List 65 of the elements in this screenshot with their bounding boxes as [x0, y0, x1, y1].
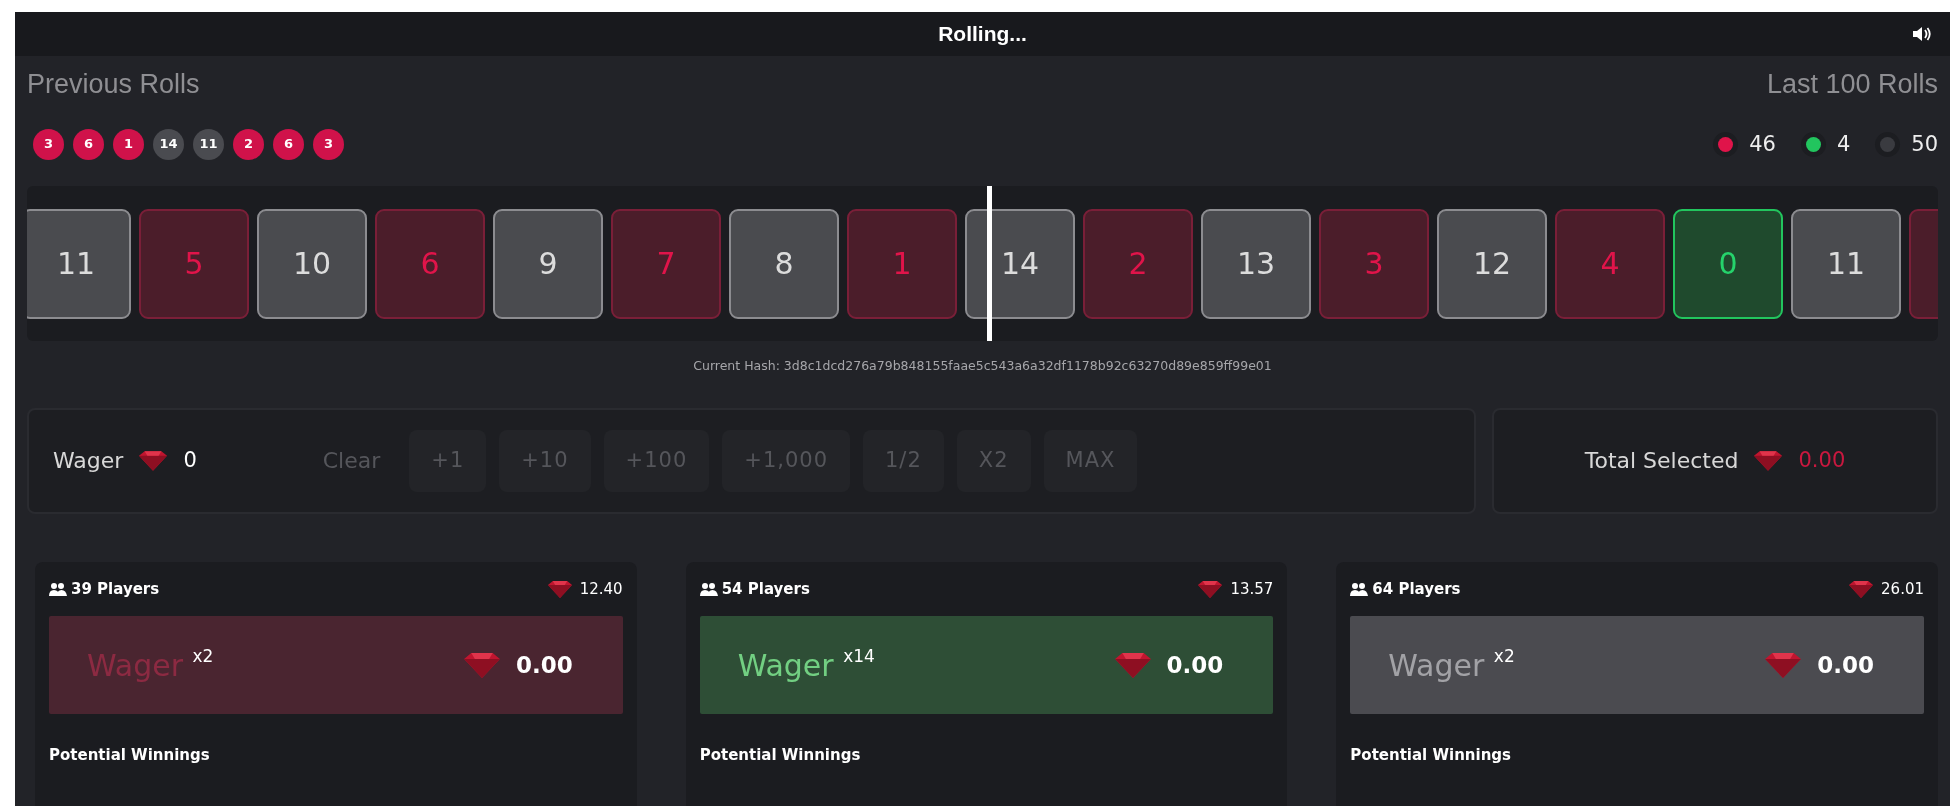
- potential-winnings-label: Potential Winnings: [1350, 745, 1512, 767]
- users-icon: [699, 582, 718, 596]
- bet-label: Wager $^{x2}$: [1388, 645, 1515, 685]
- roll-chip: 1: [113, 128, 144, 160]
- bet-amount: 0.00: [1817, 651, 1874, 680]
- gem-icon: [1114, 652, 1151, 678]
- bet-total: 12.40: [579, 578, 623, 600]
- roll-chip: 6: [273, 128, 304, 160]
- reel-tile: 1: [847, 208, 957, 319]
- roll-chip: 6: [73, 128, 104, 160]
- bet-label: Wager $^{x2}$: [87, 645, 214, 685]
- reel-tile: 3: [1319, 208, 1429, 319]
- status-title: Rolling...: [938, 21, 1027, 48]
- section-title: Previous Rolls: [27, 68, 201, 101]
- roll-count: 50: [1911, 130, 1938, 158]
- roll-chip: 2: [233, 128, 264, 160]
- bet-button[interactable]: Wager $^{x14}$ 0.00: [699, 616, 1274, 715]
- wager-amount: 0: [183, 447, 197, 474]
- bet-button[interactable]: Wager $^{x2}$ 0.00: [49, 616, 623, 715]
- reel-tile: 7: [611, 208, 721, 319]
- gem-icon: [463, 652, 500, 678]
- roll-count: 46: [1749, 130, 1776, 158]
- reel-tile: 8: [729, 208, 839, 319]
- bet-amount: 0.00: [515, 651, 573, 680]
- hash-text: Current Hash: 3d8c1dcd276a79b848155faae5c543a6a32df1178b92c63270d89e859ff99e01: [692, 357, 1273, 375]
- roll-chip: 11: [193, 128, 224, 160]
- reel-tile: 5: [139, 208, 249, 319]
- bet-label: Wager $^{x14}$: [737, 645, 875, 685]
- potential-winnings-label: Potential Winnings: [699, 745, 862, 767]
- roll-chip: 14: [153, 128, 184, 160]
- potential-winnings-label: Potential Winnings: [49, 745, 211, 767]
- total-amount: 0.00: [1798, 447, 1846, 474]
- users-icon: [1350, 582, 1369, 596]
- sound-icon[interactable]: [1912, 25, 1932, 43]
- roll-chip: 3: [33, 128, 64, 160]
- reel-tile: 13: [1201, 208, 1311, 319]
- bet-amount: 0.00: [1166, 651, 1224, 680]
- gem-icon: [1765, 652, 1802, 678]
- reel-tile: 12: [1437, 208, 1547, 319]
- reel-tile: 9: [493, 208, 603, 319]
- gem-icon: [1198, 580, 1223, 598]
- total-label: Total Selected: [1584, 447, 1739, 476]
- player-count: 39 Players: [71, 578, 160, 600]
- gem-icon: [1754, 451, 1783, 472]
- reel-tile: 0: [1673, 208, 1783, 319]
- roll-count: 4: [1836, 130, 1851, 158]
- reel-tile: 11: [27, 208, 131, 319]
- section-title: Last 100 Rolls: [1765, 68, 1938, 101]
- bet-total: 13.57: [1230, 578, 1274, 600]
- reel-tile: 4: [1555, 208, 1665, 319]
- users-icon: [49, 582, 67, 596]
- roll-chip: 3: [313, 128, 344, 160]
- reel-tile: 14: [965, 208, 1075, 319]
- reel-tile: 10: [257, 208, 367, 319]
- reel-tile: 6: [375, 208, 485, 319]
- player-count: 64 Players: [1372, 578, 1461, 600]
- player-count: 54 Players: [721, 578, 810, 600]
- gem-icon: [139, 451, 168, 472]
- reel-tile: 11: [1791, 208, 1901, 319]
- reel-tile: 2: [1083, 208, 1193, 319]
- bet-total: 26.01: [1881, 578, 1924, 600]
- bet-button[interactable]: Wager $^{x2}$ 0.00: [1350, 616, 1924, 715]
- gem-icon: [547, 580, 572, 598]
- gem-icon: [1849, 580, 1874, 598]
- wager-label: Wager: [53, 447, 124, 476]
